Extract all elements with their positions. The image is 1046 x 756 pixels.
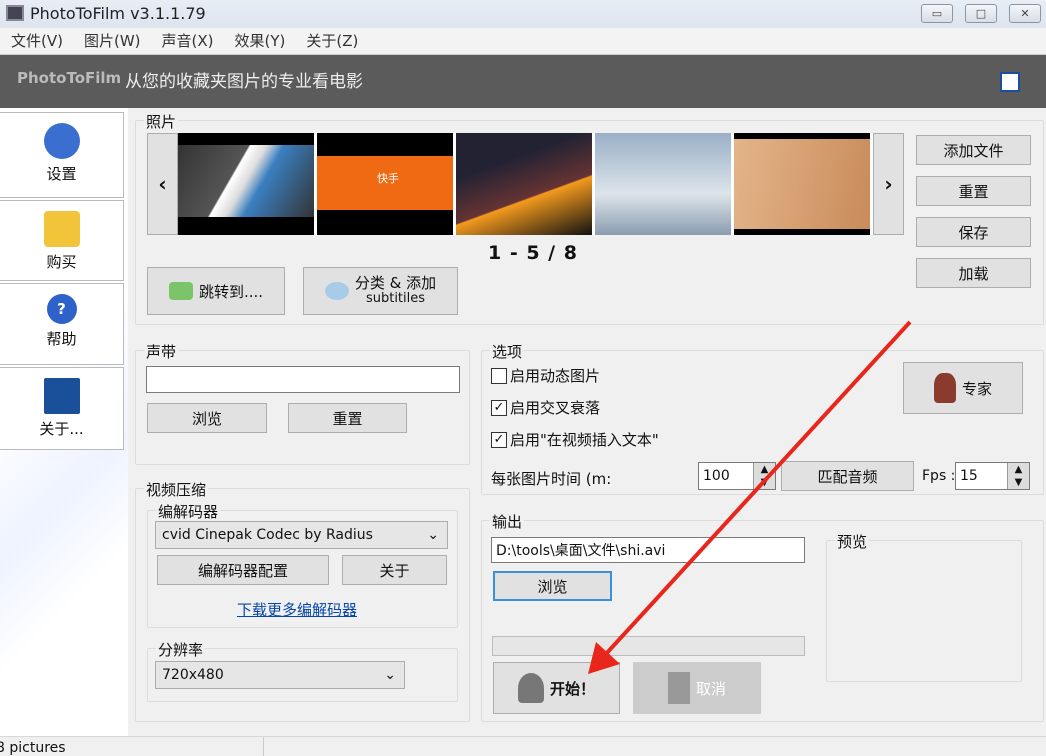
arrow-shaft [603,320,912,657]
annotation-arrow [588,320,912,674]
